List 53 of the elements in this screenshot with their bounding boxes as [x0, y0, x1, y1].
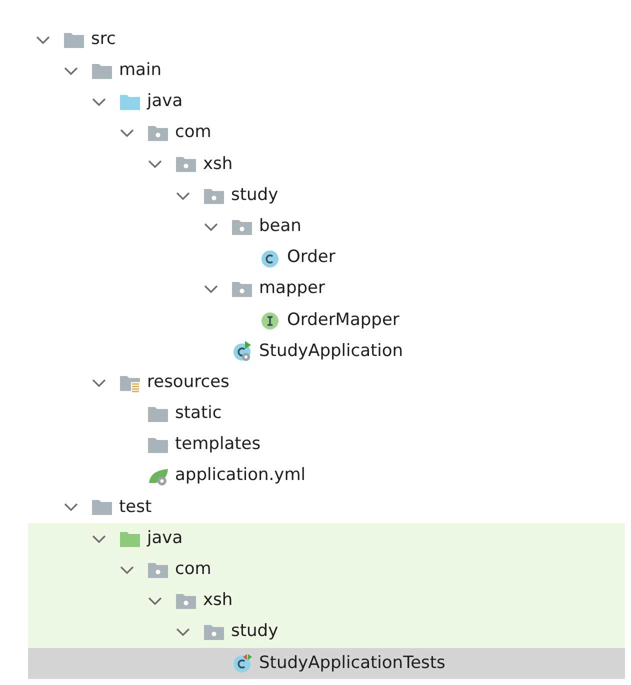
tree-item-label: OrderMapper — [287, 308, 400, 332]
tree-row[interactable]: StudyApplication — [28, 336, 625, 368]
folder-icon — [91, 497, 113, 518]
tree-item-label: java — [147, 90, 183, 114]
tree-item-label: templates — [175, 433, 261, 456]
tree-row[interactable]: OrderMapper — [28, 304, 625, 336]
tree-row[interactable]: bean — [28, 211, 625, 242]
tree-row[interactable]: resources — [28, 367, 625, 398]
tree-row[interactable]: Order — [28, 242, 625, 274]
tree-item-label: test — [119, 496, 152, 519]
tree-row[interactable]: java — [28, 86, 625, 118]
leaf-icon — [147, 466, 169, 486]
tree-item-label: StudyApplicationTests — [259, 652, 446, 675]
tree-row[interactable]: main — [28, 55, 625, 86]
tree-item-label: application.yml — [175, 464, 306, 488]
tree-row[interactable]: study — [28, 180, 625, 212]
tree-item-label: java — [147, 526, 183, 550]
class-icon — [231, 653, 253, 674]
tree-item-label: study — [231, 620, 278, 644]
tree-item-label: StudyApplication — [259, 340, 404, 363]
tree-row[interactable]: application.yml — [28, 460, 625, 492]
tree-row[interactable]: xsh — [28, 148, 625, 180]
tree-row[interactable]: static — [28, 398, 625, 430]
tree-item-label: static — [175, 402, 222, 426]
tree-row[interactable]: StudyApplicationTests — [28, 648, 625, 679]
tree-item-label: mapper — [259, 277, 326, 300]
tree-item-label: src — [91, 28, 116, 51]
tree-item-label: com — [175, 121, 212, 144]
tree-item-label: resources — [147, 370, 230, 394]
package-icon — [147, 123, 169, 144]
tree-row[interactable]: com — [28, 554, 625, 586]
tree-row[interactable]: templates — [28, 429, 625, 461]
package-icon — [175, 154, 197, 174]
tree-row[interactable]: com — [28, 118, 625, 149]
package-icon — [203, 622, 225, 642]
tree-row[interactable]: xsh — [28, 585, 625, 617]
tree-item-label: xsh — [203, 589, 233, 612]
tree-row[interactable]: study — [28, 616, 625, 648]
tree-item-label: xsh — [203, 152, 233, 176]
class-icon — [231, 341, 253, 362]
interface-icon — [259, 310, 281, 330]
package-icon — [231, 279, 253, 300]
tree-item-label: study — [231, 184, 278, 207]
tree-item-label: bean — [259, 214, 302, 238]
tree-row[interactable]: java — [28, 523, 625, 554]
tree-item-label: com — [175, 558, 212, 582]
folder-icon — [147, 435, 169, 456]
tree-item-label: main — [119, 59, 162, 82]
class-icon — [259, 248, 281, 268]
tree-item-label: Order — [287, 246, 336, 270]
tree-row[interactable]: mapper — [28, 274, 625, 305]
tree-row[interactable]: src — [28, 24, 625, 56]
tree-row[interactable]: test — [28, 492, 625, 523]
